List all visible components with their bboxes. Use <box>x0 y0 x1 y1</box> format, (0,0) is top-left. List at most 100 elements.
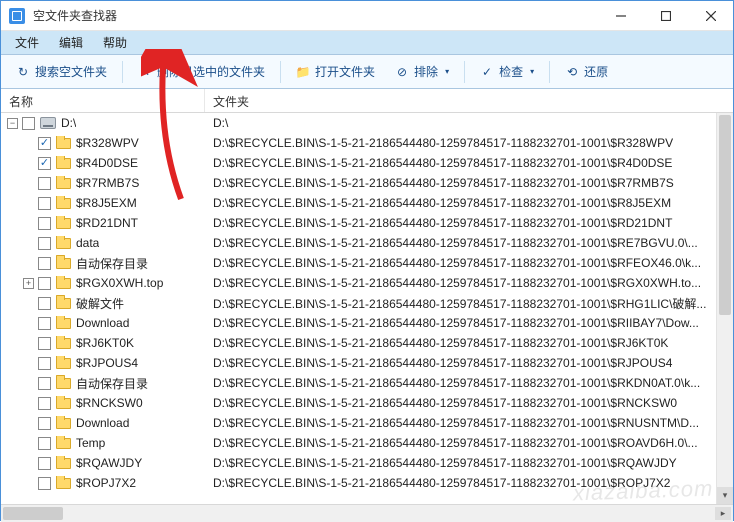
exclude-icon: ⊘ <box>395 65 409 79</box>
table-row[interactable]: $RJPOUS4D:\$RECYCLE.BIN\S-1-5-21-2186544… <box>1 353 733 373</box>
menu-help[interactable]: 帮助 <box>95 32 135 53</box>
folder-open-icon: 📁 <box>296 65 310 79</box>
minimize-button[interactable] <box>598 1 643 31</box>
table-row[interactable]: $RNCKSW0D:\$RECYCLE.BIN\S-1-5-21-2186544… <box>1 393 733 413</box>
folder-icon <box>56 298 71 309</box>
item-path: D:\$RECYCLE.BIN\S-1-5-21-2186544480-1259… <box>205 276 733 290</box>
toolbar-separator <box>122 61 123 83</box>
folder-icon <box>56 318 71 329</box>
checkbox[interactable] <box>38 157 51 170</box>
open-folder-button[interactable]: 📁 打开文件夹 <box>287 58 384 85</box>
item-name: $R328WPV <box>76 136 139 150</box>
folder-icon <box>56 158 71 169</box>
checkbox[interactable] <box>38 177 51 190</box>
toolbar-exclude-label: 排除 <box>414 63 438 80</box>
table-row[interactable]: DownloadD:\$RECYCLE.BIN\S-1-5-21-2186544… <box>1 313 733 333</box>
delete-icon: ✕ <box>138 65 152 79</box>
table-row[interactable]: 自动保存目录D:\$RECYCLE.BIN\S-1-5-21-218654448… <box>1 373 733 393</box>
checkbox[interactable] <box>38 437 51 450</box>
collapse-icon[interactable]: − <box>7 118 18 129</box>
item-name: 自动保存目录 <box>76 375 148 392</box>
table-row[interactable]: dataD:\$RECYCLE.BIN\S-1-5-21-2186544480-… <box>1 233 733 253</box>
checkbox[interactable] <box>22 117 35 130</box>
table-row[interactable]: TempD:\$RECYCLE.BIN\S-1-5-21-2186544480-… <box>1 433 733 453</box>
table-row[interactable]: 自动保存目录D:\$RECYCLE.BIN\S-1-5-21-218654448… <box>1 253 733 273</box>
folder-icon <box>56 378 71 389</box>
checkbox[interactable] <box>38 217 51 230</box>
item-path: D:\$RECYCLE.BIN\S-1-5-21-2186544480-1259… <box>205 436 733 450</box>
item-name: $RNCKSW0 <box>76 396 143 410</box>
menu-file[interactable]: 文件 <box>7 32 47 53</box>
search-empty-folders-button[interactable]: ↻ 搜索空文件夹 <box>7 58 116 85</box>
table-row[interactable]: +$RGX0XWH.topD:\$RECYCLE.BIN\S-1-5-21-21… <box>1 273 733 293</box>
table-row[interactable]: $RD21DNTD:\$RECYCLE.BIN\S-1-5-21-2186544… <box>1 213 733 233</box>
checkbox[interactable] <box>38 317 51 330</box>
column-folder[interactable]: 文件夹 <box>205 89 733 112</box>
item-name: $RQAWJDY <box>76 456 142 470</box>
checkbox[interactable] <box>38 357 51 370</box>
checkbox[interactable] <box>38 257 51 270</box>
folder-icon <box>56 218 71 229</box>
check-icon: ✓ <box>480 65 494 79</box>
maximize-button[interactable] <box>643 1 688 31</box>
close-button[interactable] <box>688 1 733 31</box>
table-row[interactable]: DownloadD:\$RECYCLE.BIN\S-1-5-21-2186544… <box>1 413 733 433</box>
checkbox[interactable] <box>38 477 51 490</box>
scroll-down-icon[interactable]: ▾ <box>717 487 733 504</box>
item-name: $RJPOUS4 <box>76 356 138 370</box>
column-header: 名称 文件夹 <box>1 89 733 113</box>
results-body: −D:\D:\$R328WPVD:\$RECYCLE.BIN\S-1-5-21-… <box>1 113 733 504</box>
table-row[interactable]: $RJ6KT0KD:\$RECYCLE.BIN\S-1-5-21-2186544… <box>1 333 733 353</box>
checkbox[interactable] <box>38 457 51 470</box>
menu-edit[interactable]: 编辑 <box>51 32 91 53</box>
folder-icon <box>56 458 71 469</box>
table-row[interactable]: $RQAWJDYD:\$RECYCLE.BIN\S-1-5-21-2186544… <box>1 453 733 473</box>
toolbar: ↻ 搜索空文件夹 ✕ 删除已选中的文件夹 📁 打开文件夹 ⊘ 排除 ▾ ✓ 检查… <box>1 55 733 89</box>
checkbox[interactable] <box>38 277 51 290</box>
checkbox[interactable] <box>38 337 51 350</box>
checkbox[interactable] <box>38 137 51 150</box>
table-row[interactable]: 破解文件D:\$RECYCLE.BIN\S-1-5-21-2186544480-… <box>1 293 733 313</box>
table-row[interactable]: $ROPJ7X2 D:\$RECYCLE.BIN\S-1-5-21-2186544… <box>1 473 733 493</box>
scroll-right-icon[interactable]: ▸ <box>715 507 731 520</box>
toolbar-separator <box>280 61 281 83</box>
item-path: D:\$RECYCLE.BIN\S-1-5-21-2186544480-1259… <box>205 476 733 490</box>
checkbox[interactable] <box>38 197 51 210</box>
item-name: Download <box>76 416 129 430</box>
folder-icon <box>56 418 71 429</box>
table-row[interactable]: $R7RMB7SD:\$RECYCLE.BIN\S-1-5-21-2186544… <box>1 173 733 193</box>
folder-icon <box>56 438 71 449</box>
delete-selected-button[interactable]: ✕ 删除已选中的文件夹 <box>129 58 274 85</box>
check-button[interactable]: ✓ 检查 ▾ <box>471 58 543 85</box>
scrollbar-thumb[interactable] <box>3 507 63 520</box>
refresh-icon: ↻ <box>16 65 30 79</box>
checkbox[interactable] <box>38 297 51 310</box>
horizontal-scrollbar[interactable]: ▸ <box>1 504 733 522</box>
folder-icon <box>56 198 71 209</box>
scrollbar-thumb[interactable] <box>719 115 731 315</box>
item-path: D:\$RECYCLE.BIN\S-1-5-21-2186544480-1259… <box>205 256 733 270</box>
checkbox[interactable] <box>38 237 51 250</box>
toolbar-delete-label: 删除已选中的文件夹 <box>157 63 265 80</box>
table-row[interactable]: $R328WPVD:\$RECYCLE.BIN\S-1-5-21-2186544… <box>1 133 733 153</box>
exclude-button[interactable]: ⊘ 排除 ▾ <box>386 58 458 85</box>
item-path: D:\$RECYCLE.BIN\S-1-5-21-2186544480-1259… <box>205 156 733 170</box>
app-icon <box>9 8 25 24</box>
item-path: D:\$RECYCLE.BIN\S-1-5-21-2186544480-1259… <box>205 176 733 190</box>
table-row[interactable]: $R4D0DSED:\$RECYCLE.BIN\S-1-5-21-2186544… <box>1 153 733 173</box>
checkbox[interactable] <box>38 397 51 410</box>
folder-icon <box>56 338 71 349</box>
checkbox[interactable] <box>38 417 51 430</box>
table-row[interactable]: $R8J5EXMD:\$RECYCLE.BIN\S-1-5-21-2186544… <box>1 193 733 213</box>
vertical-scrollbar[interactable]: ▾ <box>716 113 733 504</box>
column-name[interactable]: 名称 <box>1 89 205 112</box>
restore-button[interactable]: ⟲ 还原 <box>556 58 617 85</box>
tree-root-row[interactable]: −D:\D:\ <box>1 113 733 133</box>
expand-icon[interactable]: + <box>23 278 34 289</box>
checkbox[interactable] <box>38 377 51 390</box>
item-name: $RD21DNT <box>76 216 138 230</box>
toolbar-open-label: 打开文件夹 <box>315 63 375 80</box>
menubar: 文件 编辑 帮助 <box>1 31 733 55</box>
root-label: D:\ <box>61 116 76 130</box>
item-name: $ROPJ7X2 <box>76 476 136 490</box>
